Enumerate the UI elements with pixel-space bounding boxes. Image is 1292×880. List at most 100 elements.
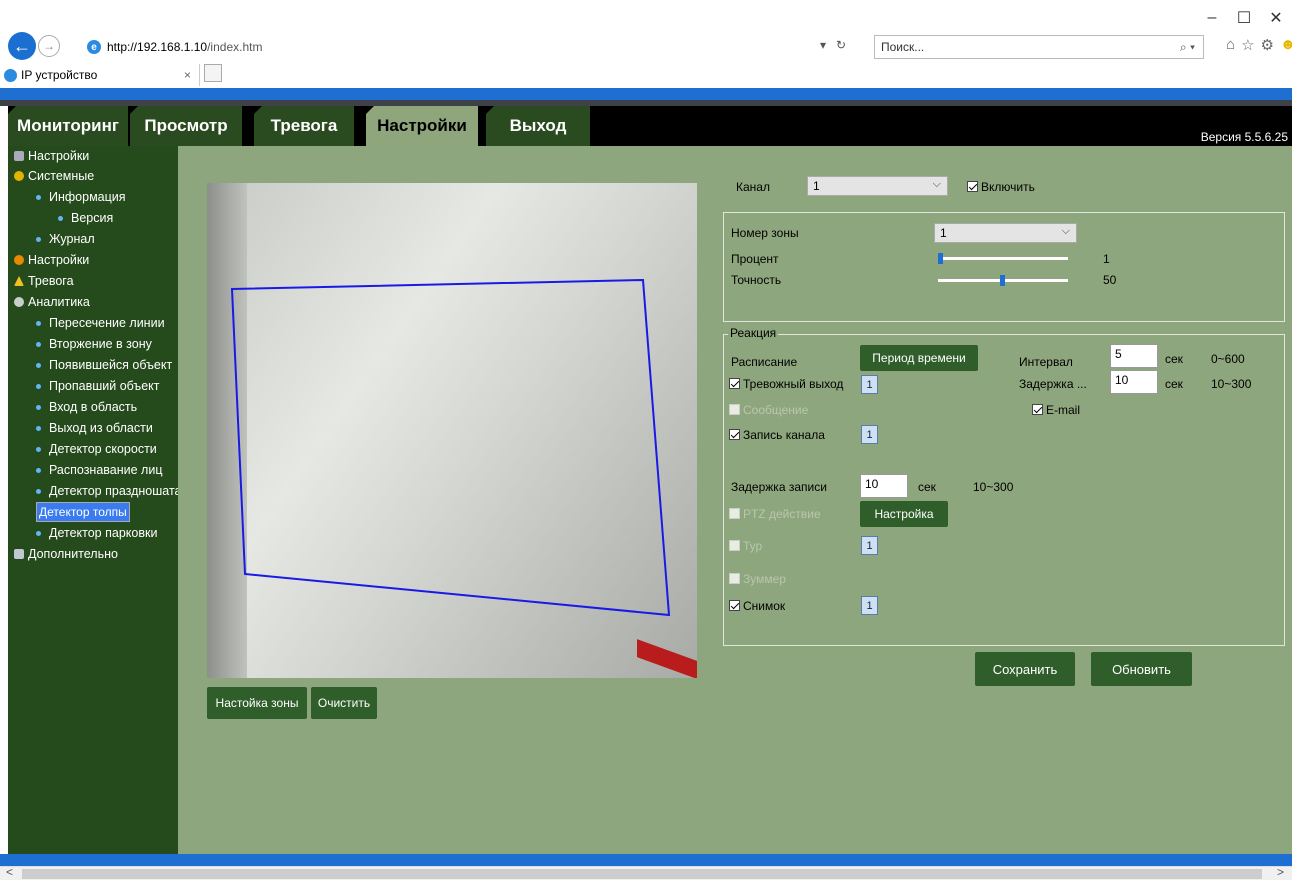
tour-number[interactable]: 1 bbox=[861, 536, 878, 555]
sidebar-item-analytics[interactable]: Аналитика bbox=[14, 292, 90, 312]
home-icon[interactable]: ⌂ bbox=[1226, 36, 1235, 54]
tab-logout[interactable]: Выход bbox=[486, 106, 590, 146]
sidebar-item-face[interactable]: Распознавание лиц bbox=[36, 460, 163, 480]
sidebar-item-missing-object[interactable]: Пропавший объект bbox=[36, 376, 160, 396]
sidebar-item-intrusion[interactable]: Вторжение в зону bbox=[36, 334, 152, 354]
tab-monitoring[interactable]: Мониторинг bbox=[8, 106, 128, 146]
sidebar-item-version[interactable]: Версия bbox=[58, 208, 113, 228]
sidebar-item-area-exit[interactable]: Выход из области bbox=[36, 418, 153, 438]
checkbox-icon[interactable] bbox=[1032, 404, 1043, 415]
snapshot-number[interactable]: 1 bbox=[861, 596, 878, 615]
checkbox-icon[interactable] bbox=[729, 378, 740, 389]
address-controls: ▾ ↻ bbox=[820, 38, 846, 52]
snapshot-checkbox[interactable]: Снимок bbox=[729, 599, 785, 613]
sidebar-item-settings-root[interactable]: Настройки bbox=[14, 146, 89, 166]
buzzer-label: Зуммер bbox=[743, 572, 786, 586]
scroll-left-icon[interactable]: < bbox=[6, 865, 13, 879]
sidebar-item-crowd[interactable]: Детектор толпы bbox=[36, 502, 130, 522]
sidebar-item-label: Пересечение линии bbox=[49, 316, 165, 330]
refresh-button[interactable]: Обновить bbox=[1091, 652, 1192, 686]
browser-tab[interactable]: IP устройство × bbox=[4, 64, 200, 86]
scroll-right-icon[interactable]: > bbox=[1277, 865, 1284, 879]
zone-setup-button[interactable]: Настойка зоны bbox=[207, 687, 307, 719]
sidebar-item-loitering[interactable]: Детектор праздношатающихся bbox=[36, 481, 178, 501]
slider-thumb[interactable] bbox=[938, 253, 943, 264]
smiley-icon[interactable]: ☻ bbox=[1280, 36, 1292, 54]
interval-unit: сек bbox=[1165, 352, 1183, 366]
sidebar-item-log[interactable]: Журнал bbox=[36, 229, 95, 249]
search-icon[interactable]: ⌕ ▾ bbox=[1180, 40, 1195, 55]
sidebar-item-label: Настройки bbox=[28, 253, 90, 267]
zone-polygon[interactable] bbox=[230, 278, 671, 617]
horizontal-scrollbar[interactable]: < > bbox=[0, 865, 1292, 880]
zone-overlay[interactable] bbox=[207, 183, 697, 678]
alarm-output-checkbox[interactable]: Тревожный выход bbox=[729, 377, 843, 391]
save-button[interactable]: Сохранить bbox=[975, 652, 1075, 686]
sidebar-item-label: Тревога bbox=[28, 274, 74, 288]
checkbox-icon[interactable] bbox=[729, 600, 740, 611]
alarm-output-number[interactable]: 1 bbox=[861, 375, 878, 394]
schedule-label: Расписание bbox=[731, 355, 798, 369]
gear-icon[interactable]: ⚙ bbox=[1261, 36, 1274, 54]
interval-range: 0~600 bbox=[1211, 352, 1245, 366]
email-label: E-mail bbox=[1046, 403, 1081, 417]
zone-select[interactable]: 1 ⌵ bbox=[934, 223, 1077, 243]
tab-settings[interactable]: Настройки bbox=[366, 106, 478, 146]
sidebar-item-config[interactable]: Настройки bbox=[14, 250, 89, 270]
sidebar-item-advanced[interactable]: Дополнительно bbox=[14, 544, 118, 564]
dropdown-icon[interactable]: ▾ bbox=[820, 38, 826, 52]
percent-slider[interactable] bbox=[938, 253, 1068, 264]
address-bar[interactable]: e http://192.168.1.10/index.htm bbox=[64, 36, 864, 58]
sidebar-item-parking[interactable]: Детектор парковки bbox=[36, 523, 157, 543]
maximize-icon[interactable]: ☐ bbox=[1228, 4, 1260, 32]
rec-delay-input[interactable]: 10 bbox=[860, 474, 908, 498]
email-checkbox[interactable]: E-mail bbox=[1032, 403, 1080, 417]
search-input[interactable]: Поиск... ⌕ ▾ bbox=[874, 35, 1204, 59]
slider-thumb[interactable] bbox=[1000, 275, 1005, 286]
precision-slider[interactable] bbox=[938, 275, 1068, 286]
rec-delay-unit: сек bbox=[918, 480, 936, 494]
scroll-thumb[interactable] bbox=[22, 869, 1262, 879]
percent-label: Процент bbox=[731, 252, 779, 266]
sidebar-item-label: Журнал bbox=[49, 232, 95, 246]
sidebar-item-system[interactable]: Системные bbox=[14, 166, 94, 186]
new-tab-icon[interactable] bbox=[204, 64, 222, 82]
checkbox-icon[interactable] bbox=[967, 181, 978, 192]
video-preview[interactable] bbox=[207, 183, 697, 678]
precision-label: Точность bbox=[731, 273, 782, 287]
sidebar-item-label: Версия bbox=[71, 211, 114, 225]
record-checkbox[interactable]: Запись канала bbox=[729, 428, 825, 442]
channel-select[interactable]: 1 ⌵ bbox=[807, 176, 948, 196]
channel-label: Канал bbox=[736, 180, 770, 194]
enable-checkbox[interactable]: Включить bbox=[967, 180, 1035, 194]
sidebar-item-speed[interactable]: Детектор скорости bbox=[36, 439, 157, 459]
sidebar-item-appeared-object[interactable]: Появившейся объект bbox=[36, 355, 172, 375]
sidebar-item-area-enter[interactable]: Вход в область bbox=[36, 397, 137, 417]
time-period-button[interactable]: Период времени bbox=[860, 345, 978, 371]
back-arrow-icon[interactable]: ← bbox=[8, 32, 36, 60]
refresh-icon[interactable]: ↻ bbox=[836, 38, 846, 52]
zone-value: 1 bbox=[940, 226, 947, 240]
rec-delay-range: 10~300 bbox=[973, 480, 1014, 494]
tab-close-icon[interactable]: × bbox=[184, 68, 191, 82]
tab-playback[interactable]: Просмотр bbox=[130, 106, 242, 146]
sidebar-item-alarm[interactable]: Тревога bbox=[14, 271, 74, 291]
ptz-setup-button[interactable]: Настройка bbox=[860, 501, 948, 527]
checkbox-icon bbox=[729, 573, 740, 584]
sidebar-item-label: Детектор праздношатающихся bbox=[49, 484, 178, 498]
delay-label: Задержка ... bbox=[1019, 377, 1087, 391]
clear-button[interactable]: Очистить bbox=[311, 687, 377, 719]
close-icon[interactable]: ✕ bbox=[1260, 4, 1292, 32]
sidebar-item-info[interactable]: Информация bbox=[36, 187, 126, 207]
interval-input[interactable]: 5 bbox=[1110, 344, 1158, 368]
record-number[interactable]: 1 bbox=[861, 425, 878, 444]
forward-arrow-icon[interactable]: → bbox=[38, 35, 60, 57]
star-icon[interactable]: ☆ bbox=[1241, 36, 1254, 54]
minimize-icon[interactable]: – bbox=[1196, 4, 1228, 32]
delay-input[interactable]: 10 bbox=[1110, 370, 1158, 394]
buzzer-checkbox: Зуммер bbox=[729, 572, 786, 586]
sidebar-item-line-crossing[interactable]: Пересечение линии bbox=[36, 313, 165, 333]
checkbox-icon[interactable] bbox=[729, 429, 740, 440]
percent-value: 1 bbox=[1103, 252, 1110, 266]
tab-alarm[interactable]: Тревога bbox=[254, 106, 354, 146]
